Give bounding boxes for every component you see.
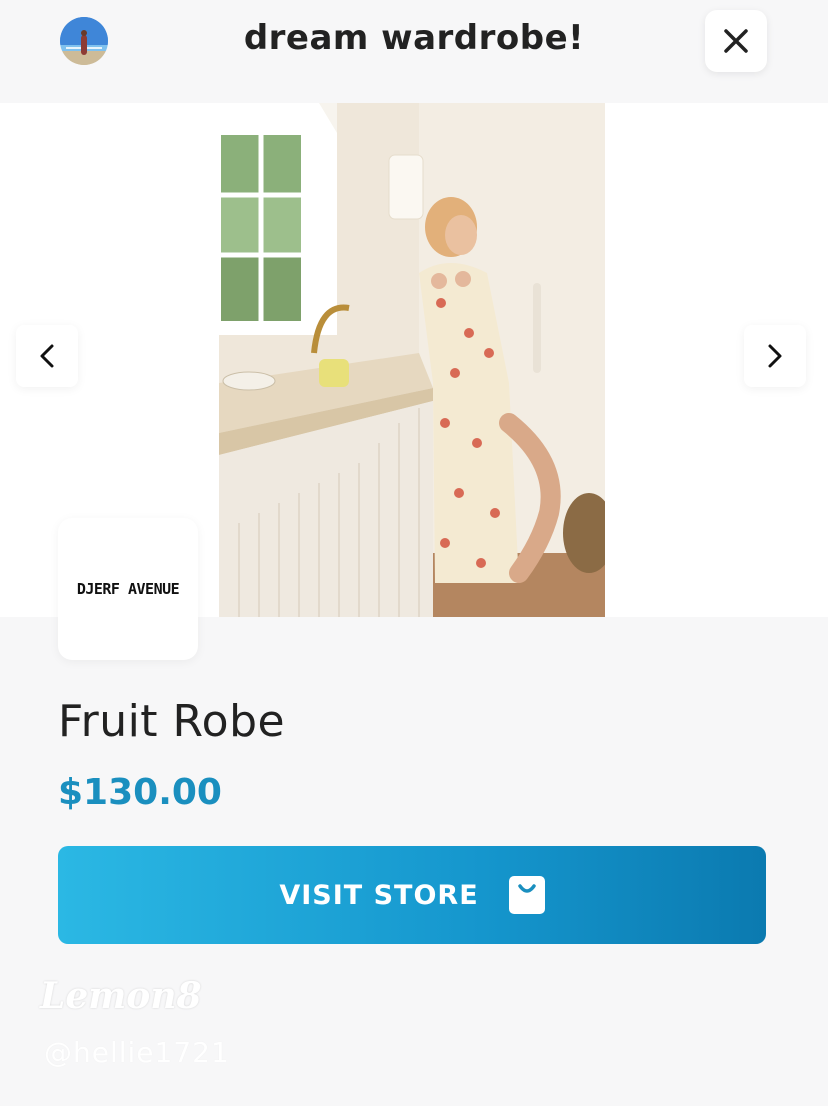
previous-image-button[interactable]: [16, 325, 78, 387]
lemon8-watermark-logo: Lemon8: [40, 975, 202, 1017]
page-title: dream wardrobe!: [243, 18, 585, 58]
product-price: $130.00: [58, 772, 222, 813]
product-name: Fruit Robe: [58, 696, 286, 747]
visit-store-label: VISIT STORE: [279, 879, 479, 911]
header: dream wardrobe!: [0, 0, 828, 103]
brand-logo-card[interactable]: DJERF AVENUE: [58, 518, 198, 660]
product-photo[interactable]: [219, 103, 605, 617]
shopping-bag-icon: [508, 876, 545, 914]
close-icon: [724, 29, 748, 53]
chevron-right-icon: [768, 344, 782, 368]
close-button[interactable]: [705, 10, 767, 72]
chevron-left-icon: [40, 344, 54, 368]
brand-logo-text: DJERF AVENUE: [76, 580, 180, 598]
next-image-button[interactable]: [744, 325, 806, 387]
visit-store-button[interactable]: VISIT STORE: [58, 846, 766, 944]
product-photo-illustration: [219, 103, 605, 617]
watermark-username: @hellie1721: [44, 1036, 230, 1069]
